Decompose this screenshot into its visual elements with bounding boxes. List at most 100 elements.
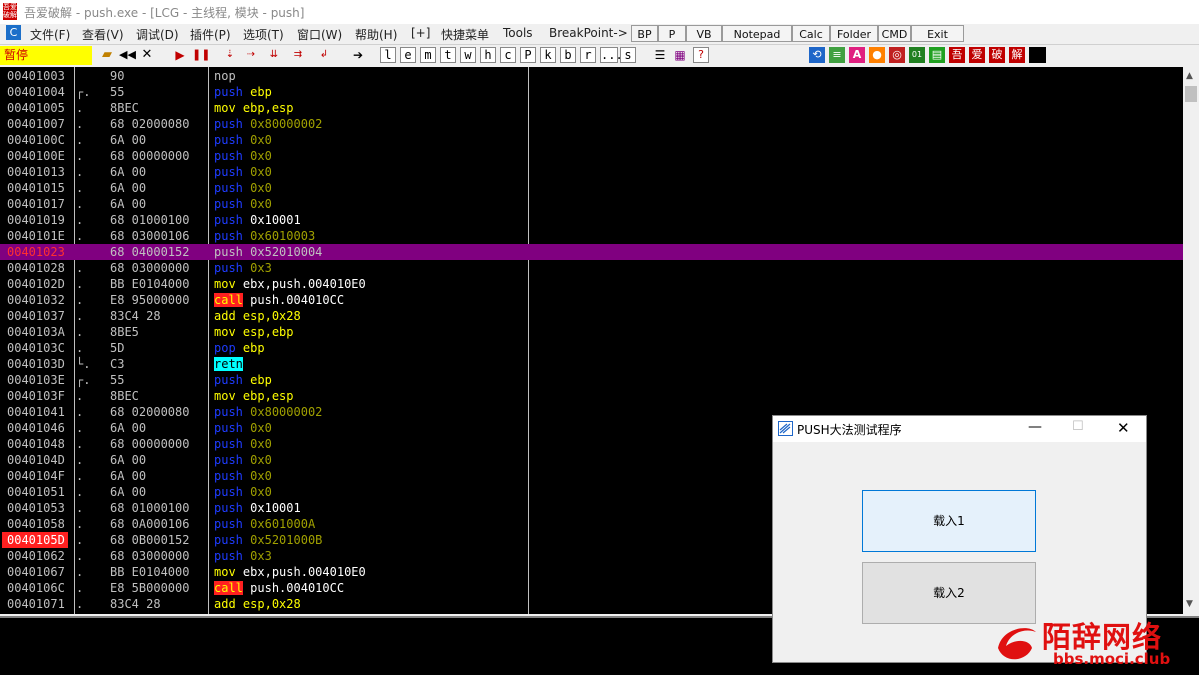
black-icon[interactable] <box>1029 47 1046 63</box>
windows-button[interactable]: w <box>460 47 476 63</box>
a-icon[interactable]: A <box>849 47 865 63</box>
disasm-flow-mark: . <box>76 549 84 563</box>
menu-tools[interactable]: Tools <box>503 26 533 40</box>
disasm-row[interactable]: 00401013. 6A 00 push 0x0 <box>0 164 1183 180</box>
settings-icon[interactable]: ▦ <box>672 47 688 63</box>
plugin-calc-button[interactable]: Calc <box>792 25 830 42</box>
disasm-row[interactable]: 00401019. 68 01000100 push 0x10001 <box>0 212 1183 228</box>
disasm-row[interactable]: 00401015. 6A 00 push 0x0 <box>0 180 1183 196</box>
handles-button[interactable]: h <box>480 47 496 63</box>
dot-icon[interactable]: ● <box>869 47 885 63</box>
po-char-icon[interactable]: 破 <box>989 47 1005 63</box>
disasm-row[interactable]: 00401004 ┌. 55 push ebp <box>0 84 1183 100</box>
plugin-notepad-button[interactable]: Notepad <box>722 25 792 42</box>
cpu-button[interactable]: c <box>500 47 516 63</box>
plugin-vb-button[interactable]: VB <box>686 25 722 42</box>
disasm-operand: 0x6010003 <box>250 229 316 243</box>
load1-button[interactable]: 载入1 <box>862 490 1036 552</box>
trace-over-icon[interactable]: ⇉ <box>290 47 306 63</box>
menu-plugins[interactable]: 插件(P) <box>190 26 231 43</box>
plugin-cmd-button[interactable]: CMD <box>878 25 911 42</box>
title-bar: 吾爱 破解 吾爱破解 - push.exe - [LCG - 主线程, 模块 - … <box>0 0 1199 24</box>
restart-icon[interactable]: ◀◀ <box>119 47 136 63</box>
disasm-row[interactable]: 0040101E. 68 03000106 push 0x6010003 <box>0 228 1183 244</box>
threads-button[interactable]: t <box>440 47 456 63</box>
close-icon[interactable]: ✕ <box>139 47 155 63</box>
system-menu-button[interactable]: C <box>6 25 21 40</box>
disasm-row[interactable]: 0040103D └. C3 retn <box>0 356 1183 372</box>
scroll-thumb[interactable] <box>1185 86 1197 102</box>
plugin-p-button[interactable]: P <box>658 25 686 42</box>
ai-char-icon[interactable]: 爱 <box>969 47 985 63</box>
patches-button[interactable]: P <box>520 47 536 63</box>
disasm-row[interactable]: 0040103F. 8BEC mov ebp,esp <box>0 388 1183 404</box>
jie-char-icon[interactable]: 解 <box>1009 47 1025 63</box>
step-over-icon[interactable]: ⇢ <box>243 47 259 63</box>
goto-icon[interactable]: ➔ <box>350 47 366 63</box>
menu-debug[interactable]: 调试(D) <box>136 26 179 43</box>
disasm-instruction: push 0x0 <box>214 164 272 180</box>
trace-into-icon[interactable]: ⇊ <box>266 47 282 63</box>
menu-help[interactable]: 帮助(H) <box>355 26 397 43</box>
disasm-row[interactable]: 0040100E. 68 00000000 push 0x0 <box>0 148 1183 164</box>
modules-button[interactable]: e <box>400 47 416 63</box>
menu-window[interactable]: 窗口(W) <box>297 26 342 43</box>
menu-file[interactable]: 文件(F) <box>30 26 70 43</box>
scroll-down-icon[interactable]: ▼ <box>1186 599 1193 609</box>
disassembly-scrollbar[interactable]: ▲ ▼ <box>1183 67 1199 614</box>
disasm-row[interactable]: 0040103A. 8BE5 mov esp,ebp <box>0 324 1183 340</box>
menu-shortcuts[interactable]: 快捷菜单 <box>441 26 489 43</box>
disasm-instruction: push 0x3 <box>214 260 272 276</box>
window-icon[interactable]: ▤ <box>929 47 945 63</box>
refresh-icon[interactable]: ⟲ <box>809 47 825 63</box>
memory-map-button[interactable]: m <box>420 47 436 63</box>
disasm-hex: 6A 00 <box>110 197 147 211</box>
disasm-hex: 68 03000000 <box>110 549 190 563</box>
wu-char-icon[interactable]: 吾 <box>949 47 965 63</box>
disasm-flow-mark: . <box>76 149 84 163</box>
log-window-button[interactable]: l <box>380 47 396 63</box>
maximize-icon[interactable]: ☐ <box>1072 419 1084 434</box>
hex-icon[interactable]: 01 <box>909 47 925 63</box>
menu-plus[interactable]: [+] <box>411 26 430 40</box>
disasm-row[interactable]: 00401007. 68 02000080 push 0x80000002 <box>0 116 1183 132</box>
help-icon[interactable]: ? <box>693 47 709 63</box>
run-trace-button[interactable]: ... <box>600 47 623 63</box>
plugin-folder-button[interactable]: Folder <box>830 25 878 42</box>
list-icon[interactable]: ☰ <box>652 47 668 63</box>
plugin-exit-button[interactable]: Exit <box>911 25 964 42</box>
disasm-address: 00401053 <box>7 501 65 515</box>
disasm-row[interactable]: 00401023 68 04000152 push 0x52010004 <box>0 244 1183 260</box>
source-button[interactable]: s <box>620 47 636 63</box>
close-icon[interactable]: ✕ <box>1117 419 1130 437</box>
pause-icon[interactable]: ❚❚ <box>192 47 210 63</box>
disasm-hex: 68 02000080 <box>110 405 190 419</box>
disasm-row[interactable]: 00401028. 68 03000000 push 0x3 <box>0 260 1183 276</box>
references-button[interactable]: r <box>580 47 596 63</box>
plugin-bp-button[interactable]: BP <box>631 25 658 42</box>
disasm-row[interactable]: 0040102D. BB E0104000 mov ebx,push.004010E… <box>0 276 1183 292</box>
disasm-row[interactable]: 00401017. 6A 00 push 0x0 <box>0 196 1183 212</box>
stack-icon[interactable]: ≡ <box>829 47 845 63</box>
disasm-row[interactable]: 00401032. E8 95000000 call push.004010CC <box>0 292 1183 308</box>
disasm-mnemonic: push <box>214 165 243 179</box>
disasm-row[interactable]: 0040103C. 5D pop ebp <box>0 340 1183 356</box>
call-stack-button[interactable]: k <box>540 47 556 63</box>
menu-breakpoint[interactable]: BreakPoint-> <box>549 26 628 40</box>
disasm-operand: 0x0 <box>250 421 272 435</box>
run-icon[interactable]: ▶ <box>172 47 188 63</box>
minimize-icon[interactable]: — <box>1028 419 1042 435</box>
scroll-up-icon[interactable]: ▲ <box>1186 71 1193 81</box>
menu-options[interactable]: 选项(T) <box>243 26 284 43</box>
disasm-row[interactable]: 00401003 90 nop <box>0 68 1183 84</box>
disasm-row[interactable]: 0040103E ┌. 55 push ebp <box>0 372 1183 388</box>
breakpoints-button[interactable]: b <box>560 47 576 63</box>
disasm-row[interactable]: 00401037. 83C4 28 add esp,0x28 <box>0 308 1183 324</box>
target-icon[interactable]: ◎ <box>889 47 905 63</box>
disasm-row[interactable]: 0040100C. 6A 00 push 0x0 <box>0 132 1183 148</box>
execute-till-return-icon[interactable]: ↲ <box>316 47 332 63</box>
open-folder-icon[interactable]: ▰ <box>99 47 115 63</box>
disasm-row[interactable]: 00401005. 8BEC mov ebp,esp <box>0 100 1183 116</box>
menu-view[interactable]: 查看(V) <box>82 26 124 43</box>
step-into-icon[interactable]: ⇣ <box>222 47 238 63</box>
